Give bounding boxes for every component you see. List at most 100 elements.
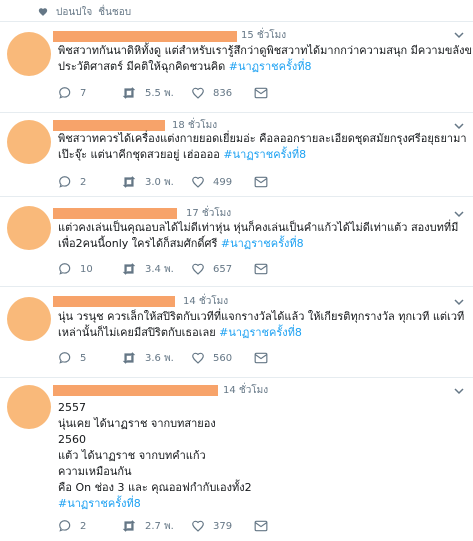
tweet[interactable]: 15 ชั่วโมง พิชสวาทกันนาดิหิทั้งดู แต่สำห…: [0, 22, 473, 113]
retweet-count: 3.0 พ.: [145, 176, 174, 188]
heart-outline-icon: [192, 176, 204, 188]
dm-button[interactable]: [254, 261, 268, 277]
tweet-text-line: เพื่อ2คนนี้only ใครได้ก็สมศักดิ์ศรี: [58, 237, 221, 250]
retweet-button[interactable]: 2.7 พ.: [121, 518, 174, 534]
tweet-text-line: เป๊ะจุ๊ะ แต่นาคีกชุดสวยอยู่ เฮ่ออออ: [58, 148, 224, 161]
reply-count: 10: [80, 263, 93, 275]
chevron-down-icon[interactable]: [454, 297, 464, 307]
reply-button[interactable]: 5: [58, 350, 86, 366]
tweet-text-line: 2560: [58, 433, 86, 446]
dm-button[interactable]: [254, 85, 268, 101]
heart-outline-icon: [192, 520, 204, 532]
hashtag-link[interactable]: #นาฏราชครั้งที่8: [223, 148, 306, 161]
retweet-icon: [122, 263, 136, 275]
tweet-actions: 10 3.4 พ. 657: [58, 261, 358, 277]
retweet-button[interactable]: 5.5 พ.: [121, 85, 174, 101]
tweet-text: แต่วคงเล่นเป็นคุณอบลได้ไม่ดีเท่าหุ่น หุ่…: [58, 220, 463, 252]
reply-count: 7: [80, 87, 87, 99]
tweet-timestamp[interactable]: 14 ชั่วโมง: [223, 383, 268, 398]
redacted-username: [53, 31, 237, 42]
reply-button[interactable]: 2: [58, 174, 86, 190]
liked-by-user[interactable]: ปอนปใจ: [56, 7, 92, 18]
tweet[interactable]: 14 ชั่วโมง นุ่น วรนุช ควรเล็กให้สปิริตกั…: [0, 287, 473, 378]
retweet-count: 2.7 พ.: [145, 520, 174, 532]
reply-icon: [59, 352, 71, 364]
like-button[interactable]: 657: [191, 261, 232, 277]
redacted-username: [53, 385, 218, 396]
redacted-username: [53, 296, 175, 307]
tweet-text-line: คือ On ช่อง 3 และ คุณออฟกำกับเองทั้ง2: [58, 481, 252, 494]
avatar[interactable]: [7, 385, 51, 429]
chevron-down-icon[interactable]: [454, 386, 464, 396]
tweet-text-line: 2557: [58, 401, 86, 414]
tweet-timestamp[interactable]: 15 ชั่วโมง: [241, 28, 286, 43]
tweet[interactable]: 17 ชั่วโมง แต่วคงเล่นเป็นคุณอบลได้ไม่ดีเ…: [0, 197, 473, 287]
reply-icon: [59, 176, 71, 188]
tweet-actions: 2 3.0 พ. 499: [58, 174, 358, 190]
avatar[interactable]: [7, 120, 51, 164]
reply-icon: [59, 87, 71, 99]
tweet-text-line: ความเหมือนกัน: [58, 465, 132, 478]
hashtag-link[interactable]: #นาฏราชครั้งที่8: [221, 237, 304, 250]
retweet-button[interactable]: 3.0 พ.: [121, 174, 174, 190]
like-button[interactable]: 379: [191, 518, 232, 534]
reply-icon: [59, 263, 71, 275]
like-button[interactable]: 836: [191, 85, 232, 101]
tweet[interactable]: 18 ชั่วโมง พิชสวาทควรได้เครื่องแต่งกายยอ…: [0, 113, 473, 197]
tweet-timestamp[interactable]: 17 ชั่วโมง: [186, 206, 231, 221]
avatar[interactable]: [7, 206, 51, 250]
like-count: 560: [213, 352, 233, 364]
retweet-icon: [122, 520, 136, 532]
liked-by-suffix: ชื่นชอบ: [98, 7, 132, 18]
tweet-actions: 2 2.7 พ. 379: [58, 518, 358, 534]
chevron-down-icon[interactable]: [454, 209, 464, 219]
like-count: 657: [213, 263, 233, 275]
envelope-icon: [254, 176, 268, 188]
reply-button[interactable]: 2: [58, 518, 86, 534]
like-count: 379: [213, 520, 233, 532]
tweet-text-line: แต้ว ได้นาฏราช จากบทคำแก้ว: [58, 449, 206, 462]
hashtag-link[interactable]: #นาฏราชครั้งที่8: [219, 326, 302, 339]
retweet-count: 3.6 พ.: [145, 352, 174, 364]
chevron-down-icon[interactable]: [454, 30, 464, 40]
heart-outline-icon: [192, 263, 204, 275]
reply-button[interactable]: 10: [58, 261, 93, 277]
like-button[interactable]: 560: [191, 350, 232, 366]
tweet-text-line: เหล่านั้นก็ไม่เคยมีสปิริตกับเธอเลย: [58, 326, 220, 339]
heart-outline-icon: [192, 352, 204, 364]
like-button[interactable]: 499: [191, 174, 232, 190]
retweet-icon: [122, 87, 136, 99]
tweet-text-line: พิชสวาทกันนาดิหิทั้งดู แต่สำหรับเรารู้สึ…: [58, 44, 473, 57]
avatar[interactable]: [7, 32, 51, 76]
heart-outline-icon: [192, 87, 204, 99]
retweet-button[interactable]: 3.4 พ.: [121, 261, 174, 277]
hashtag-link[interactable]: #นาฏราชครั้งที่8: [229, 60, 312, 73]
dm-button[interactable]: [254, 174, 268, 190]
tweet-text: พิชสวาทควรได้เครื่องแต่งกายยอดเยี่ยมอ่ะ …: [58, 131, 467, 163]
envelope-icon: [254, 263, 268, 275]
retweet-button[interactable]: 3.6 พ.: [121, 350, 174, 366]
redacted-username: [53, 208, 177, 219]
tweet-actions: 5 3.6 พ. 560: [58, 350, 358, 366]
dm-button[interactable]: [254, 350, 268, 366]
retweet-icon: [122, 352, 136, 364]
tweet-timestamp[interactable]: 14 ชั่วโมง: [183, 294, 228, 309]
reply-icon: [59, 520, 71, 532]
avatar[interactable]: [7, 297, 51, 341]
tweet[interactable]: 14 ชั่วโมง 2557 นุ่นเคย ได้นาฏราช จากบทส…: [0, 378, 473, 541]
tweet-text-line: นุ่นเคย ได้นาฏราช จากบทสายอง: [58, 417, 216, 430]
reply-count: 5: [80, 352, 87, 364]
reply-button[interactable]: 7: [58, 85, 86, 101]
retweet-count: 3.4 พ.: [145, 263, 174, 275]
tweet-text: พิชสวาทกันนาดิหิทั้งดู แต่สำหรับเรารู้สึ…: [58, 43, 473, 75]
hashtag-link[interactable]: #นาฏราชครั้งที่8: [58, 496, 463, 512]
chevron-down-icon[interactable]: [454, 121, 464, 131]
like-count: 836: [213, 87, 233, 99]
like-count: 499: [213, 176, 233, 188]
redacted-username: [53, 120, 165, 131]
tweet-text: 2557 นุ่นเคย ได้นาฏราช จากบทสายอง 2560 แ…: [58, 400, 463, 512]
dm-button[interactable]: [254, 518, 268, 534]
tweet-text-line: ประวัติศาสตร์ มีคติให้ฉุกคิดชวนคิด: [58, 60, 229, 73]
envelope-icon: [254, 87, 268, 99]
heart-icon: [38, 8, 48, 16]
